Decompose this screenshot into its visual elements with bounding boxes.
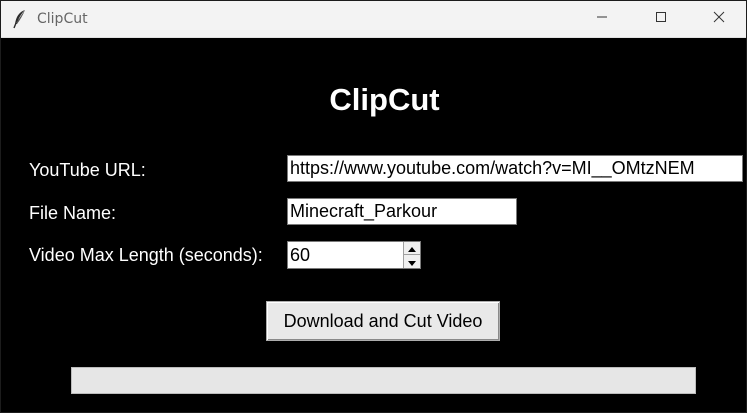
spin-down-button[interactable]	[404, 255, 420, 268]
close-button[interactable]	[690, 1, 747, 37]
window-title: ClipCut	[37, 11, 88, 27]
url-input[interactable]	[287, 155, 743, 182]
arrow-down-icon	[408, 253, 416, 271]
feather-icon	[12, 9, 28, 29]
close-icon	[713, 10, 725, 28]
title-bar[interactable]: ClipCut	[1, 1, 746, 38]
file-name-input[interactable]	[287, 198, 517, 225]
maximize-button[interactable]	[632, 1, 690, 37]
download-cut-button[interactable]: Download and Cut Video	[266, 301, 500, 341]
max-length-value[interactable]: 60	[290, 242, 310, 268]
progress-bar	[71, 367, 696, 394]
url-label: YouTube URL:	[29, 160, 146, 180]
minimize-icon	[596, 10, 608, 28]
minimize-button[interactable]	[573, 1, 631, 37]
spin-buttons	[403, 242, 420, 268]
max-length-spinbox[interactable]: 60	[287, 241, 421, 269]
file-name-label: File Name:	[29, 203, 117, 223]
maximize-icon	[655, 10, 667, 28]
app-heading: ClipCut	[329, 82, 440, 117]
main-content: ClipCut YouTube URL: File Name: Video Ma…	[1, 38, 746, 412]
max-length-label: Video Max Length (seconds):	[29, 245, 263, 265]
app-window: ClipCut ClipCut YouTube URL: File Name:	[0, 0, 747, 413]
